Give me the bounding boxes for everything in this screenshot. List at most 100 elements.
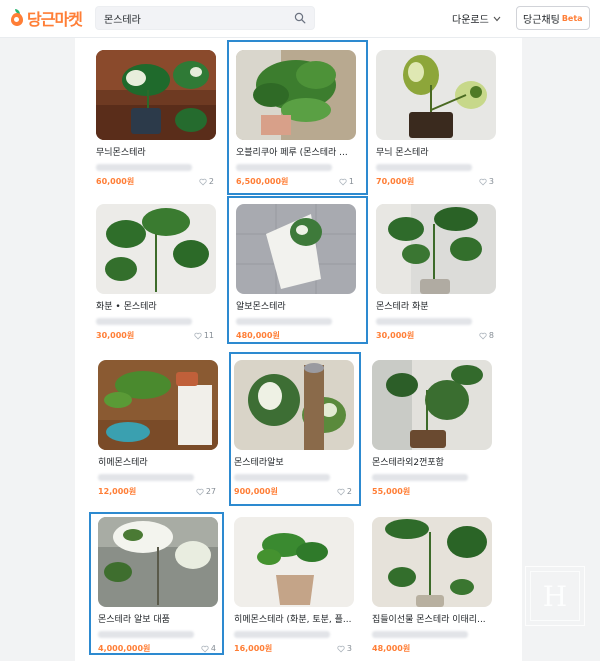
product-card[interactable]: 몬스테라 화분 30,000원 8 (376, 204, 500, 341)
product-likes: 3 (337, 644, 352, 653)
product-image[interactable] (98, 517, 218, 607)
likes-count: 11 (203, 331, 214, 340)
product-image[interactable] (96, 50, 216, 140)
search-box[interactable] (95, 6, 315, 30)
product-card[interactable]: 몬스테라 알보 대품 4,000,000원 4 (98, 517, 222, 654)
product-region-blurred (98, 474, 194, 481)
search-icon[interactable] (294, 12, 306, 24)
product-region-blurred (372, 474, 468, 481)
chat-label: 당근채팅 (523, 14, 560, 26)
product-price: 4,000,000원 (98, 644, 151, 653)
product-card[interactable]: 오블리쿠아 페루 (몬스테라 ... 6,500,000원 1 (236, 50, 360, 187)
likes-count: 3 (346, 644, 352, 653)
likes-count: 8 (488, 331, 494, 340)
heart-icon (201, 645, 209, 652)
product-image[interactable] (376, 204, 496, 294)
product-region-blurred (236, 164, 332, 171)
product-card[interactable]: 몬스테라외2껀포함 55,000원 (372, 360, 496, 497)
heart-icon (199, 178, 207, 185)
product-title: 화분 • 몬스테라 (96, 302, 157, 312)
product-image[interactable] (96, 204, 216, 294)
product-region-blurred (236, 318, 332, 325)
heart-icon (479, 332, 487, 339)
product-meta: 16,000원 3 (234, 643, 352, 654)
product-meta: 480,000원 (236, 330, 354, 341)
product-card[interactable]: 무늬몬스테라 60,000원 2 (96, 50, 220, 187)
product-title: 히메몬스테라 (화분, 토분, 플... (234, 615, 352, 625)
product-image[interactable] (236, 50, 356, 140)
product-title: 집들이선물 몬스테라 이태리... (372, 615, 486, 625)
product-title: 알보몬스테라 (236, 302, 286, 312)
product-price: 48,000원 (372, 644, 411, 653)
product-meta: 48,000원 (372, 643, 490, 654)
beta-badge: Beta (561, 13, 583, 23)
product-likes: 2 (199, 177, 214, 186)
product-price: 30,000원 (376, 331, 415, 340)
carrot-logo-icon (10, 9, 24, 27)
product-meta: 30,000원 11 (96, 330, 214, 341)
product-likes: 3 (479, 177, 494, 186)
product-region-blurred (98, 631, 194, 638)
product-likes: 11 (194, 331, 214, 340)
product-card[interactable]: 화분 • 몬스테라 30,000원 11 (96, 204, 220, 341)
product-title: 무늬몬스테라 (96, 148, 146, 158)
product-card[interactable]: 히메몬스테라 12,000원 27 (98, 360, 222, 497)
product-region-blurred (96, 318, 192, 325)
product-image[interactable] (234, 517, 354, 607)
product-image[interactable] (234, 360, 354, 450)
product-meta: 12,000원 27 (98, 486, 216, 497)
product-title: 히메몬스테라 (98, 458, 148, 468)
logo[interactable]: 당근마켓 (10, 6, 83, 30)
product-price: 30,000원 (96, 331, 135, 340)
product-card[interactable]: 집들이선물 몬스테라 이태리... 48,000원 (372, 517, 496, 654)
product-region-blurred (376, 318, 472, 325)
product-card[interactable]: 히메몬스테라 (화분, 토분, 플... 16,000원 3 (234, 517, 358, 654)
product-price: 16,000원 (234, 644, 273, 653)
product-image[interactable] (372, 517, 492, 607)
product-meta: 900,000원 2 (234, 486, 352, 497)
product-image[interactable] (376, 50, 496, 140)
heart-icon (194, 332, 202, 339)
download-menu[interactable]: 다운로드 (452, 11, 501, 26)
product-card[interactable]: 알보몬스테라 480,000원 (236, 204, 360, 341)
heart-icon (479, 178, 487, 185)
watermark-letter: H (530, 571, 580, 621)
product-likes: 8 (479, 331, 494, 340)
logo-text: 당근마켓 (27, 10, 83, 29)
search-input[interactable] (104, 12, 294, 24)
watermark-logo: H (525, 566, 585, 626)
likes-count: 27 (205, 487, 216, 496)
product-image[interactable] (236, 204, 356, 294)
likes-count: 2 (208, 177, 214, 186)
product-title: 몬스테라외2껀포함 (372, 458, 444, 468)
product-meta: 70,000원 3 (376, 176, 494, 187)
product-card[interactable]: 무늬 몬스테라 70,000원 3 (376, 50, 500, 187)
product-meta: 4,000,000원 4 (98, 643, 216, 654)
likes-count: 1 (348, 177, 354, 186)
product-price: 70,000원 (376, 177, 415, 186)
download-label: 다운로드 (452, 15, 489, 26)
likes-count: 2 (346, 487, 352, 496)
product-title: 몬스테라 화분 (376, 302, 429, 312)
product-meta: 30,000원 8 (376, 330, 494, 341)
likes-count: 3 (488, 177, 494, 186)
heart-icon (337, 645, 345, 652)
product-title: 오블리쿠아 페루 (몬스테라 ... (236, 148, 348, 158)
product-meta: 6,500,000원 1 (236, 176, 354, 187)
chevron-down-icon (493, 16, 501, 21)
product-image[interactable] (98, 360, 218, 450)
heart-icon (339, 178, 347, 185)
header: 당근마켓 다운로드 당근채팅 Beta (0, 0, 600, 38)
product-price: 900,000원 (234, 487, 278, 496)
product-likes: 2 (337, 487, 352, 496)
product-meta: 55,000원 (372, 486, 490, 497)
product-likes: 1 (339, 177, 354, 186)
product-price: 6,500,000원 (236, 177, 289, 186)
product-card[interactable]: 몬스테라알보 900,000원 2 (234, 360, 358, 497)
product-region-blurred (234, 474, 330, 481)
product-title: 몬스테라 알보 대품 (98, 615, 170, 625)
product-region-blurred (376, 164, 472, 171)
chat-button[interactable]: 당근채팅 Beta (516, 6, 590, 30)
product-image[interactable] (372, 360, 492, 450)
product-region-blurred (96, 164, 192, 171)
